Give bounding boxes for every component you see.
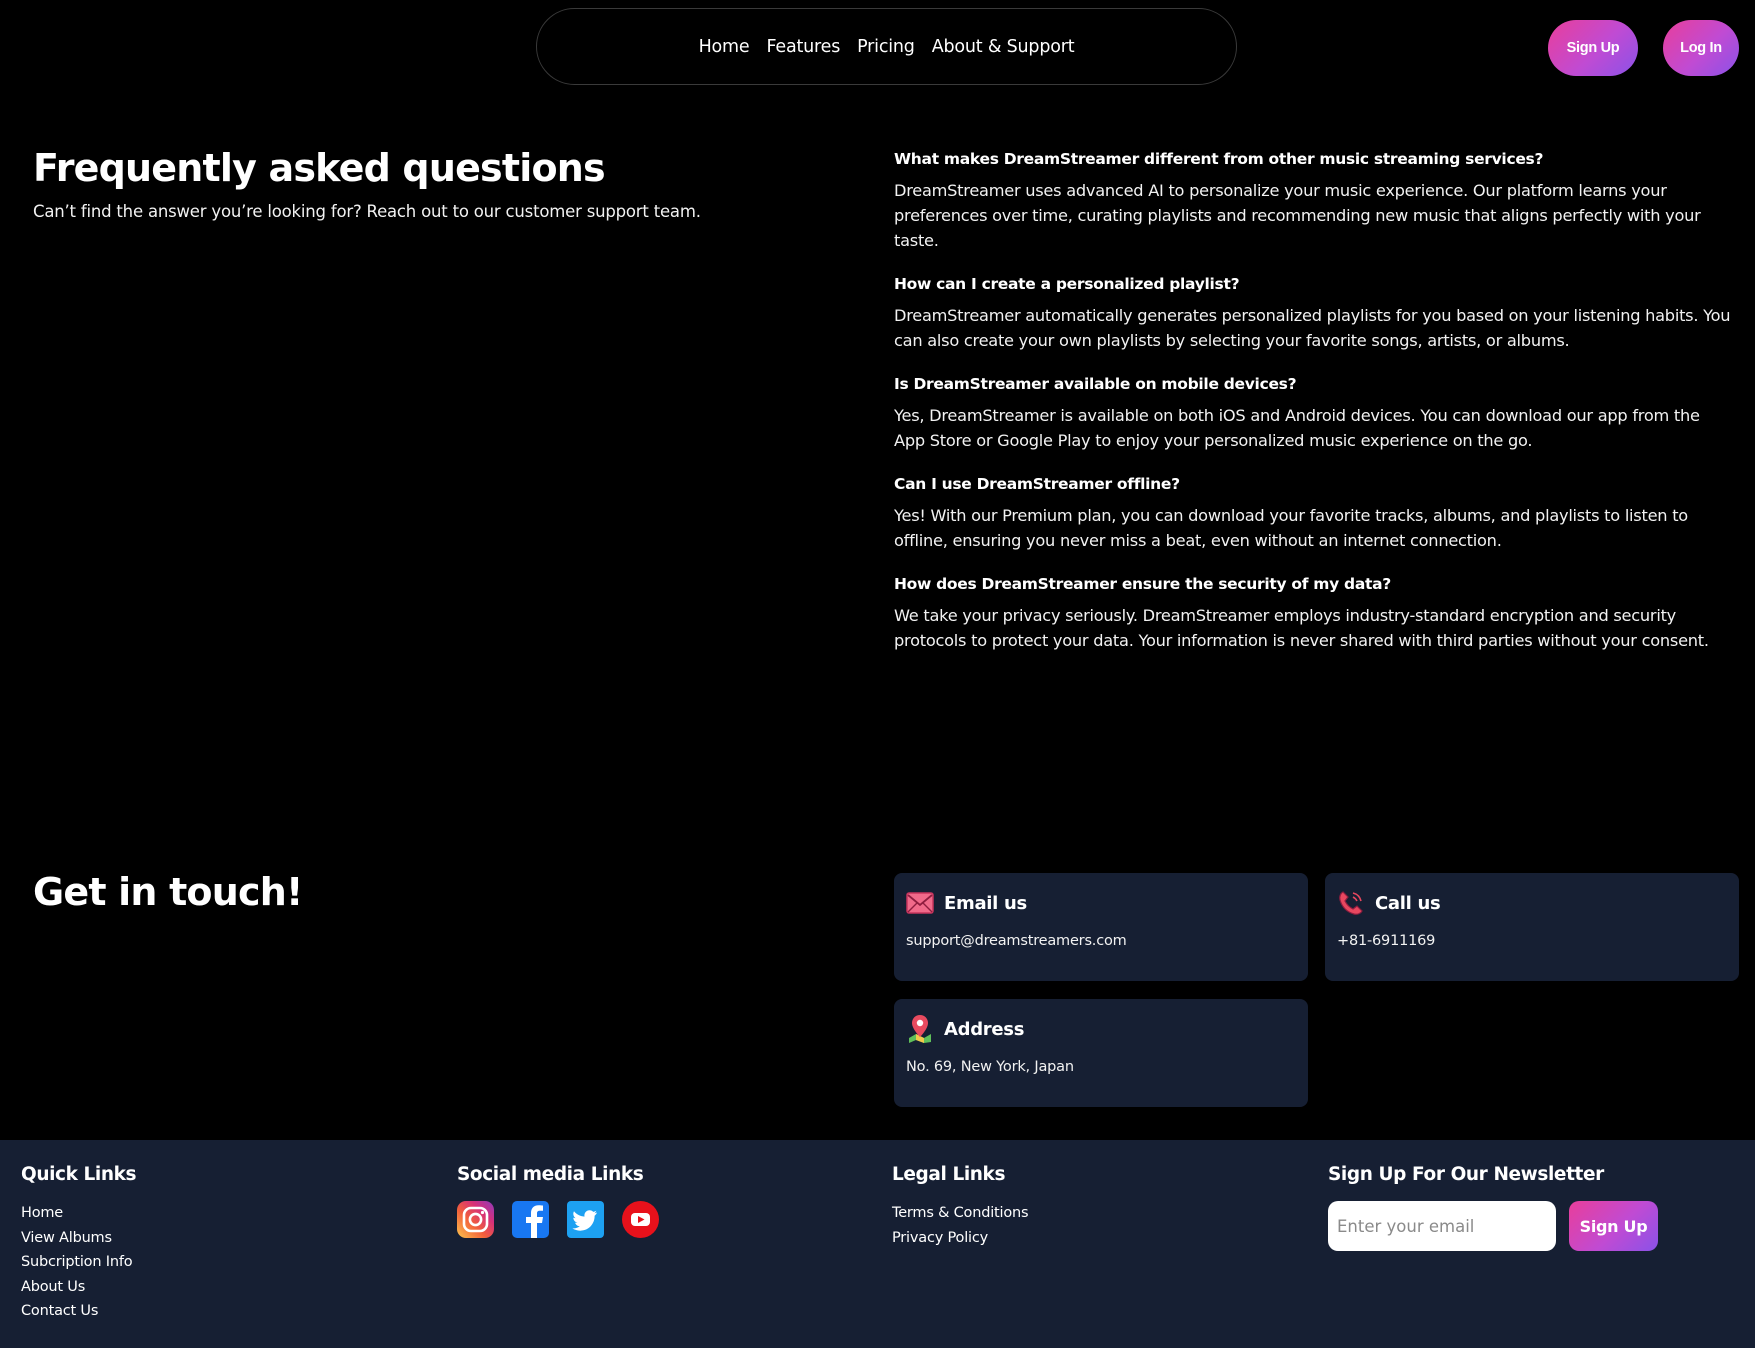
nav-link-features[interactable]: Features bbox=[766, 37, 840, 57]
footer-link-contact-us[interactable]: Contact Us bbox=[21, 1303, 98, 1319]
faq-question: How can I create a personalized playlist… bbox=[894, 275, 1240, 293]
faq-title: Frequently asked questions bbox=[33, 146, 606, 190]
faq-answer: DreamStreamer automatically generates pe… bbox=[894, 306, 1731, 350]
faq-question: What makes DreamStreamer different from … bbox=[894, 150, 1544, 168]
faq-question: Can I use DreamStreamer offline? bbox=[894, 475, 1180, 493]
social-links-title: Social media Links bbox=[457, 1164, 644, 1185]
social-icons bbox=[457, 1201, 659, 1238]
address-card-title: Address bbox=[944, 1018, 1025, 1040]
address-value: No. 69, New York, Japan bbox=[906, 1059, 1074, 1075]
faq-item: Is DreamStreamer available on mobile dev… bbox=[894, 375, 1734, 453]
email-card: Email us support@dreamstreamers.com bbox=[894, 873, 1308, 981]
newsletter-email-input[interactable] bbox=[1328, 1201, 1556, 1251]
email-address[interactable]: support@dreamstreamers.com bbox=[906, 933, 1296, 949]
footer-link-about-us[interactable]: About Us bbox=[21, 1279, 85, 1295]
quick-links-column: Quick Links Home View Albums Subcription… bbox=[21, 1164, 137, 1328]
faq-answer: DreamStreamer uses advanced AI to person… bbox=[894, 181, 1701, 250]
youtube-icon[interactable] bbox=[622, 1201, 659, 1238]
legal-links-column: Legal Links Terms & Conditions Privacy P… bbox=[892, 1164, 1029, 1254]
login-button[interactable]: Log In bbox=[1663, 20, 1739, 76]
call-card-title: Call us bbox=[1375, 892, 1441, 914]
page: Home Features Pricing About & Support Si… bbox=[0, 0, 1755, 1348]
footer-link-view-albums[interactable]: View Albums bbox=[21, 1230, 112, 1246]
newsletter-signup-button[interactable]: Sign Up bbox=[1569, 1201, 1658, 1251]
address-card-header: Address bbox=[906, 1015, 1296, 1043]
newsletter-column: Sign Up For Our Newsletter Sign Up bbox=[1328, 1164, 1658, 1251]
footer: Quick Links Home View Albums Subcription… bbox=[0, 1140, 1755, 1348]
call-card: Call us +81-6911169 bbox=[1325, 873, 1739, 981]
twitter-icon[interactable] bbox=[567, 1201, 604, 1238]
facebook-icon[interactable] bbox=[512, 1201, 549, 1238]
newsletter-title: Sign Up For Our Newsletter bbox=[1328, 1164, 1604, 1185]
nav-link-pricing[interactable]: Pricing bbox=[857, 37, 915, 57]
instagram-icon[interactable] bbox=[457, 1201, 494, 1238]
footer-link-subscription-info[interactable]: Subcription Info bbox=[21, 1254, 133, 1270]
faq-item: What makes DreamStreamer different from … bbox=[894, 150, 1734, 253]
faq-question: Is DreamStreamer available on mobile dev… bbox=[894, 375, 1297, 393]
email-card-title: Email us bbox=[944, 892, 1027, 914]
faq-item: Can I use DreamStreamer offline? Yes! Wi… bbox=[894, 475, 1734, 553]
call-card-header: Call us bbox=[1337, 889, 1727, 917]
social-links-column: Social media Links bbox=[457, 1164, 659, 1238]
signup-button[interactable]: Sign Up bbox=[1548, 20, 1638, 76]
faq-answer: Yes, DreamStreamer is available on both … bbox=[894, 406, 1700, 450]
faq-question: How does DreamStreamer ensure the securi… bbox=[894, 575, 1391, 593]
footer-link-terms[interactable]: Terms & Conditions bbox=[892, 1205, 1029, 1221]
envelope-icon bbox=[906, 889, 934, 917]
phone-number[interactable]: +81-6911169 bbox=[1337, 933, 1727, 949]
nav-link-home[interactable]: Home bbox=[699, 37, 750, 57]
faq-item: How does DreamStreamer ensure the securi… bbox=[894, 575, 1734, 653]
map-pin-icon bbox=[906, 1015, 934, 1043]
contact-title: Get in touch! bbox=[33, 870, 303, 914]
footer-link-privacy[interactable]: Privacy Policy bbox=[892, 1230, 988, 1246]
nav-link-about-support[interactable]: About & Support bbox=[932, 37, 1075, 57]
faq-answer: We take your privacy seriously. DreamStr… bbox=[894, 606, 1709, 650]
faq-item: How can I create a personalized playlist… bbox=[894, 275, 1734, 353]
footer-link-home[interactable]: Home bbox=[21, 1205, 63, 1221]
phone-icon bbox=[1337, 889, 1365, 917]
faq-subtitle: Can’t find the answer you’re looking for… bbox=[33, 202, 701, 221]
newsletter-form: Sign Up bbox=[1328, 1201, 1658, 1251]
faq-answer: Yes! With our Premium plan, you can down… bbox=[894, 506, 1688, 550]
address-card: Address No. 69, New York, Japan bbox=[894, 999, 1308, 1107]
faq-list: What makes DreamStreamer different from … bbox=[894, 150, 1734, 675]
quick-links-title: Quick Links bbox=[21, 1164, 137, 1185]
top-nav: Home Features Pricing About & Support bbox=[536, 8, 1237, 85]
legal-links-title: Legal Links bbox=[892, 1164, 1006, 1185]
email-card-header: Email us bbox=[906, 889, 1296, 917]
